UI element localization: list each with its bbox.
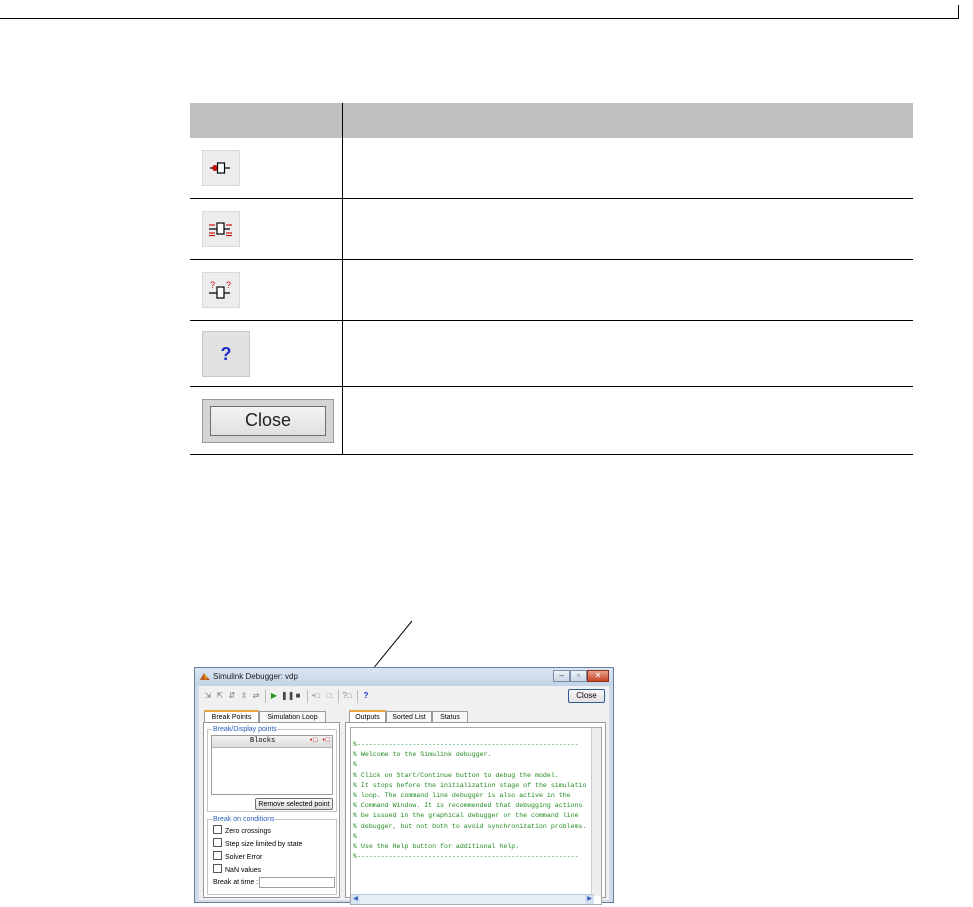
outputs-panel: %---------------------------------------… bbox=[345, 722, 606, 905]
pause-icon[interactable]: ❚❚ bbox=[281, 691, 294, 701]
svg-text:?: ? bbox=[210, 280, 215, 290]
output-line: % bbox=[353, 832, 357, 840]
debugger-client: ⇲ ⇱ ⇵ ⇳ ⇄ ▶ ❚❚ ■ •□ □ ?□ ? Close Break P… bbox=[199, 686, 609, 905]
table-row: ? bbox=[190, 320, 913, 387]
break-points-panel: Break/Display points Blocks •□ •□ Remove… bbox=[203, 722, 340, 898]
toolbar-separator bbox=[338, 690, 339, 703]
title-bar[interactable]: Simulink Debugger: vdp – ▫ ✕ bbox=[195, 668, 613, 686]
window-close-button[interactable]: ✕ bbox=[587, 670, 609, 682]
maximize-button[interactable]: ▫ bbox=[570, 670, 587, 682]
table-row: ? ? bbox=[190, 259, 913, 321]
matlab-logo-icon bbox=[200, 673, 210, 680]
help-glyph: ? bbox=[220, 343, 232, 364]
window-title: Simulink Debugger: vdp bbox=[213, 672, 298, 681]
output-line: % It stops before the initialization sta… bbox=[353, 781, 587, 789]
table-row-description bbox=[342, 198, 913, 260]
output-line: %---------------------------------------… bbox=[353, 741, 579, 748]
step-into-icon[interactable]: ⇲ bbox=[203, 691, 213, 701]
breakpoint-before-block-icon bbox=[202, 150, 240, 186]
table-row bbox=[190, 138, 913, 199]
table-row-description bbox=[342, 138, 913, 199]
zero-crossings-checkbox[interactable]: Zero crossings bbox=[213, 825, 271, 836]
output-line: % bbox=[353, 761, 357, 769]
table-row: Close bbox=[190, 386, 913, 455]
checkbox-label: NaN values bbox=[225, 867, 262, 874]
watch-io-block-icon[interactable]: ?□ bbox=[342, 691, 352, 701]
start-continue-icon[interactable]: ▶ bbox=[269, 691, 279, 701]
checkbox-box[interactable] bbox=[213, 825, 222, 834]
stop-icon[interactable]: ■ bbox=[293, 691, 303, 701]
debugger-toolbar: ⇲ ⇱ ⇵ ⇳ ⇄ ▶ ❚❚ ■ •□ □ ?□ ? Close bbox=[199, 686, 609, 708]
checkbox-box[interactable] bbox=[213, 864, 222, 873]
table-row bbox=[190, 198, 913, 260]
table-header-row bbox=[190, 103, 913, 138]
breakpoint-before-block-icon[interactable]: •□ bbox=[311, 691, 321, 701]
close-button-image: Close bbox=[202, 398, 334, 443]
checkbox-label: Solver Error bbox=[225, 854, 263, 861]
break-display-points-group: Break/Display points Blocks •□ •□ Remove… bbox=[207, 725, 337, 812]
table-header-description bbox=[342, 103, 913, 138]
watch-io-block-icon: ? ? bbox=[202, 272, 240, 308]
blocks-list[interactable]: Blocks •□ •□ bbox=[211, 735, 333, 795]
blocks-header-icons: •□ •□ bbox=[308, 737, 330, 745]
output-text: %---------------------------------------… bbox=[353, 740, 586, 862]
solver-error-checkbox[interactable]: Solver Error bbox=[213, 851, 262, 862]
svg-text:?: ? bbox=[226, 280, 231, 290]
horizontal-scrollbar[interactable]: ◀ ▶ bbox=[351, 894, 594, 904]
display-io-block-icon[interactable]: □ bbox=[324, 691, 334, 701]
checkbox-label: Step size limited by state bbox=[225, 841, 303, 848]
scroll-right-icon[interactable]: ▶ bbox=[585, 895, 594, 904]
top-rule bbox=[0, 18, 958, 19]
toolbar-separator bbox=[357, 690, 358, 703]
display-io-block-icon bbox=[202, 211, 240, 247]
output-line: % Click on Start/Continue button to debu… bbox=[353, 771, 559, 779]
table-row-description bbox=[342, 259, 913, 321]
break-at-time-input[interactable] bbox=[259, 877, 335, 888]
remove-selected-point-button[interactable]: Remove selected point bbox=[255, 798, 333, 810]
step-over-icon[interactable]: ⇱ bbox=[215, 691, 225, 701]
toolbar-separator bbox=[265, 690, 266, 703]
table-row-description bbox=[342, 386, 913, 455]
break-on-conditions-label: Break on conditions bbox=[212, 815, 276, 824]
blocks-header-label: Blocks bbox=[250, 737, 276, 745]
step-out-icon[interactable]: ⇵ bbox=[227, 691, 237, 701]
debugger-window: Simulink Debugger: vdp – ▫ ✕ ⇲ ⇱ ⇵ ⇳ ⇄ ▶… bbox=[194, 667, 614, 905]
output-line: % Welcome to the Simulink debugger. bbox=[353, 751, 492, 759]
vertical-scrollbar[interactable] bbox=[591, 728, 601, 896]
minimize-button[interactable]: – bbox=[553, 670, 570, 682]
break-on-conditions-group: Break on conditions Zero crossings Step … bbox=[207, 815, 337, 895]
step-top-icon[interactable]: ⇳ bbox=[239, 691, 249, 701]
checkbox-label: Zero crossings bbox=[225, 828, 271, 835]
next-block-icon[interactable]: ⇄ bbox=[251, 691, 261, 701]
output-console[interactable]: %---------------------------------------… bbox=[350, 727, 602, 905]
output-line: % loop. The command line debugger is als… bbox=[353, 792, 571, 800]
break-display-points-label: Break/Display points bbox=[212, 725, 278, 734]
checkbox-box[interactable] bbox=[213, 838, 222, 847]
output-line: % debugger, but not both to avoid synchr… bbox=[353, 822, 587, 830]
output-line: % Command Window. It is recommended that… bbox=[353, 802, 583, 810]
top-rule-tick bbox=[958, 5, 959, 19]
toolbar-reference-table: ? ? ? Close bbox=[190, 103, 913, 455]
output-line: % be issued in the graphical debugger or… bbox=[353, 812, 579, 820]
blocks-header: Blocks •□ •□ bbox=[212, 736, 332, 748]
break-at-time-label: Break at time : bbox=[213, 879, 259, 886]
nan-values-checkbox[interactable]: NaN values bbox=[213, 864, 261, 875]
table-row-description bbox=[342, 320, 913, 387]
close-button[interactable]: Close bbox=[568, 689, 605, 703]
help-icon[interactable]: ? bbox=[361, 691, 371, 701]
output-line: %---------------------------------------… bbox=[353, 853, 579, 861]
scroll-left-icon[interactable]: ◀ bbox=[351, 895, 360, 904]
toolbar-separator bbox=[307, 690, 308, 703]
help-icon: ? bbox=[202, 330, 250, 377]
table-header-icon bbox=[190, 103, 343, 138]
close-button-image-label: Close bbox=[210, 405, 326, 436]
step-size-limited-checkbox[interactable]: Step size limited by state bbox=[213, 838, 302, 849]
output-line: % Use the Help button for additional hel… bbox=[353, 843, 520, 851]
checkbox-box[interactable] bbox=[213, 851, 222, 860]
